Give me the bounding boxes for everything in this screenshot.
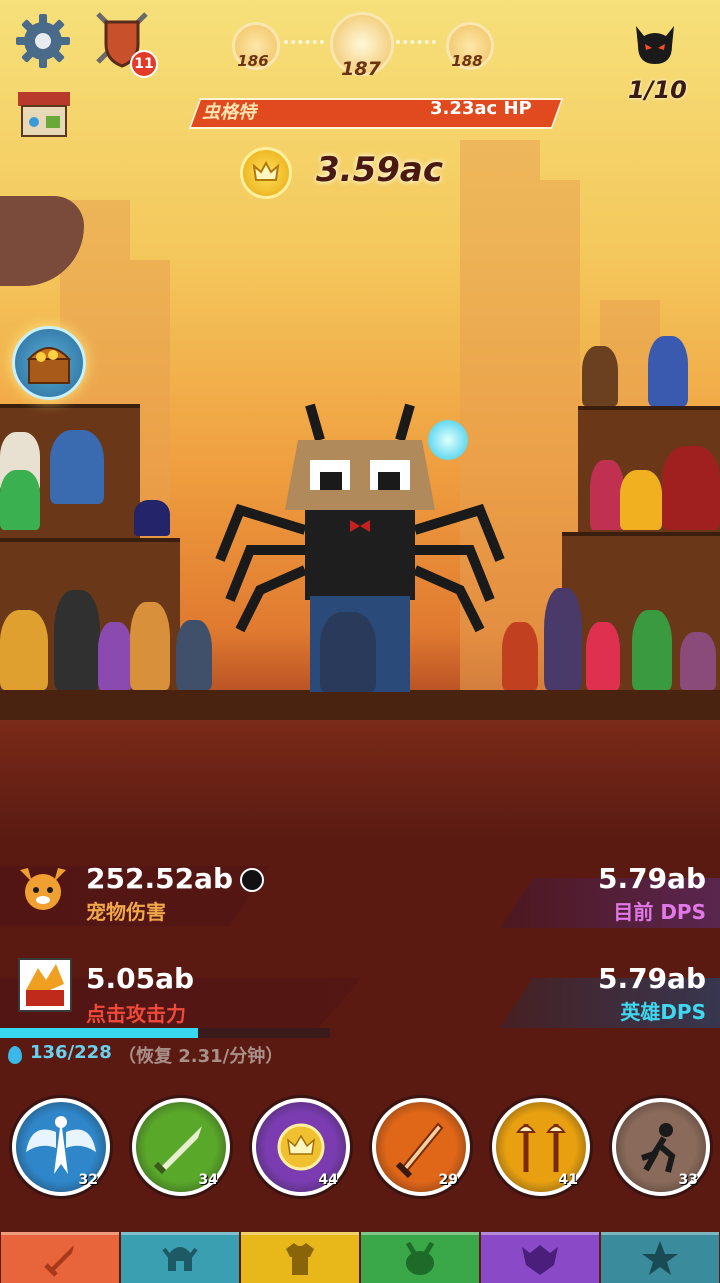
wave-counter: 1/10 <box>628 76 687 104</box>
hero <box>648 336 688 406</box>
tap-damage-label: 点击攻击力 <box>86 1002 186 1026</box>
shop-button[interactable] <box>16 88 72 140</box>
magic-projectile <box>428 420 468 460</box>
shop-stall-icon <box>18 92 70 137</box>
settings-gear-icon[interactable] <box>14 12 72 70</box>
hero <box>130 602 170 690</box>
crown-icon <box>252 160 280 181</box>
skill-level: 44 <box>318 1172 338 1188</box>
mana-regen: （恢复 2.31/分钟） <box>118 1046 284 1067</box>
clan-button[interactable]: 11 <box>94 10 158 78</box>
stage-next-number: 188 <box>451 52 483 70</box>
hero <box>134 500 170 536</box>
stage-connector <box>396 40 436 44</box>
treasure-chest-button[interactable] <box>12 326 86 400</box>
mana-bar-fill <box>0 1028 198 1038</box>
armor-tab-icon <box>286 1243 314 1275</box>
hero <box>632 610 672 690</box>
skill-level: 32 <box>78 1172 98 1188</box>
clan-tab-icon <box>522 1245 558 1275</box>
tab-star[interactable] <box>601 1232 719 1283</box>
star-tab-icon <box>642 1241 678 1275</box>
gold-coin-icon <box>240 147 292 199</box>
hero <box>176 620 212 690</box>
stage-current-number: 187 <box>341 58 381 80</box>
skill-button-5[interactable]: 41 <box>492 1098 590 1196</box>
skill-button-3[interactable]: 44 <box>252 1098 350 1196</box>
boss-name: 虫格特 <box>202 102 256 123</box>
hero <box>0 610 48 690</box>
tab-clan[interactable] <box>481 1232 599 1283</box>
hero <box>582 346 618 406</box>
stage-previous-number: 186 <box>237 52 269 70</box>
pet-status-dot <box>240 868 264 892</box>
skill-button-2[interactable]: 34 <box>132 1098 230 1196</box>
current-dps-label: 目前 DPS <box>613 900 706 924</box>
mana-value: 136/228 <box>30 1042 112 1063</box>
hero <box>54 590 100 690</box>
skill-level: 33 <box>678 1172 698 1188</box>
skill-button-1[interactable]: 32 <box>12 1098 110 1196</box>
mana-bar-track <box>0 1028 330 1038</box>
clan-notification-badge: 11 <box>130 50 158 78</box>
gold-amount: 3.59ac <box>316 150 443 190</box>
tab-sword[interactable] <box>1 1232 119 1283</box>
hero <box>586 622 620 690</box>
skill-level: 34 <box>198 1172 218 1188</box>
sword-tab-icon <box>44 1245 74 1277</box>
tab-pet[interactable] <box>361 1232 479 1283</box>
current-dps-value: 5.79ab <box>597 862 706 895</box>
pet-tab-icon <box>405 1241 435 1275</box>
skill-level: 29 <box>438 1172 458 1188</box>
hero <box>544 588 582 690</box>
demon-wave-icon <box>636 26 674 64</box>
main-hero[interactable] <box>320 612 376 692</box>
treasure-chest-icon <box>26 347 72 384</box>
hero <box>0 470 40 530</box>
helmet-tab-icon <box>162 1247 198 1271</box>
skill-button-4[interactable]: 29 <box>372 1098 470 1196</box>
tab-helmet[interactable] <box>121 1232 239 1283</box>
tab-armor[interactable] <box>241 1232 359 1283</box>
hero <box>98 622 132 690</box>
hero <box>620 470 662 530</box>
stage-connector <box>284 40 324 44</box>
hero-dps-label: 英雄DPS <box>620 1000 706 1024</box>
tap-damage-value: 5.05ab <box>86 962 195 995</box>
hero <box>50 430 104 504</box>
boss-hp-value: 3.23ac HP <box>430 98 532 119</box>
hero <box>590 460 624 530</box>
bridge <box>0 690 720 720</box>
skill-button-6[interactable]: 33 <box>612 1098 710 1196</box>
hero <box>662 446 720 530</box>
tap-damage-icon <box>18 958 72 1012</box>
skill-level: 41 <box>558 1172 578 1188</box>
pet-damage-label: 宠物伤害 <box>86 900 166 924</box>
hero-dps-value: 5.79ab <box>597 962 706 995</box>
pet-icon <box>14 864 72 914</box>
mana-drop-icon <box>8 1046 22 1064</box>
ground <box>0 720 720 840</box>
pet-damage-value: 252.52ab <box>86 862 233 895</box>
hero <box>680 632 716 690</box>
